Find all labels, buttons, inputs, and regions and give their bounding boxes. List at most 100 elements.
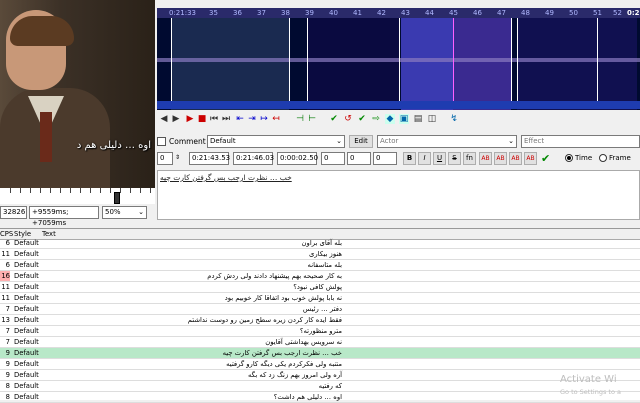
video-person-tie: [40, 112, 52, 162]
font-button[interactable]: fn: [463, 152, 476, 165]
margin-right-field[interactable]: 0: [347, 152, 371, 165]
table-row[interactable]: 13 Default فقط ایده کار کردن زیره سطح زمین…: [0, 315, 640, 326]
waveform-scrollbar[interactable]: [157, 101, 640, 109]
text-cell: مترو منظورته؟: [299, 327, 342, 335]
play-end-icon[interactable]: ⇥: [247, 114, 257, 124]
table-row[interactable]: 6 Default بله آقای براون: [0, 238, 640, 249]
shadow-color-button[interactable]: AB: [524, 152, 537, 165]
subtitle-grid[interactable]: CPS Style Text 6 Default بله آقای براون 11 D…: [0, 228, 640, 403]
spectrum-icon[interactable]: ▣: [399, 114, 409, 124]
table-row[interactable]: 8 Default که رفتیه: [0, 381, 640, 392]
cps-cell: 11: [1, 294, 10, 302]
style-cell: Default: [14, 349, 39, 357]
ruler-label: 45: [449, 9, 458, 17]
video-subtitle: اوه … دلیلی هم د: [76, 140, 151, 151]
duration-field[interactable]: 0:00:02.50: [277, 152, 318, 165]
cps-cell: 9: [5, 349, 10, 357]
video-person-head: [6, 10, 74, 90]
margin-left-field[interactable]: 0: [321, 152, 345, 165]
lead-in-icon[interactable]: ⊣: [295, 114, 305, 124]
bold-button[interactable]: B: [403, 152, 416, 165]
spin-icon[interactable]: ⇕: [175, 154, 180, 161]
subtitle-text-editor[interactable]: خب … نظرت ارجب بس گرفتن کارت چیه: [157, 170, 640, 220]
edit-style-button[interactable]: Edit: [349, 135, 373, 148]
play-to-start-icon[interactable]: ↤: [271, 114, 281, 124]
subtitle-text: خب … نظرت ارجب بس گرفتن کارت چیه: [160, 173, 292, 182]
video-seek-thumb[interactable]: [114, 192, 120, 204]
style-select[interactable]: Default ⌄: [207, 135, 345, 148]
comment-label: Comment: [169, 137, 206, 146]
effect-select[interactable]: Effect: [521, 135, 640, 148]
primary-color-button[interactable]: AB: [479, 152, 492, 165]
underline-button[interactable]: U: [433, 152, 446, 165]
next-commit-icon[interactable]: ⇨: [371, 114, 381, 124]
zoom-select[interactable]: 50% ⌄: [102, 206, 147, 219]
actor-select[interactable]: Actor ⌄: [377, 135, 517, 148]
frame-number-field[interactable]: 32826: [0, 206, 27, 219]
time-radio[interactable]: [565, 154, 573, 162]
style-cell: Default: [14, 239, 39, 247]
ruler-label: 52: [613, 9, 622, 17]
ruler-label: 48: [521, 9, 530, 17]
table-row[interactable]: 16 Default به کار صحیحه بهم پیشنهاد دادند …: [0, 271, 640, 282]
cps-cell: 16: [0, 271, 10, 281]
text-cell: خب … نظرت ارجب بس گرفتن کارت چیه: [222, 349, 342, 357]
table-row[interactable]: 7 Default نه سرویس بهداشتی آقایون: [0, 337, 640, 348]
ruler-label: 46: [473, 9, 482, 17]
cps-cell: 11: [1, 283, 10, 291]
table-row[interactable]: 6 Default بله متاسفانه: [0, 260, 640, 271]
play-start-icon[interactable]: ⇤: [235, 114, 245, 124]
comment-checkbox[interactable]: [157, 137, 166, 146]
style-cell: Default: [14, 327, 39, 335]
autoscroll-icon[interactable]: ◆: [385, 114, 395, 124]
audio-toolbar: ◀ ▶ ▶ ■ ⏮ ⏭ ⇤ ⇥ ↦ ↤ ⊣ ⊢ ✔ ↺ ✔ ⇨ ◆ ▣ ▤ ◫ …: [157, 112, 640, 128]
lead-out-icon[interactable]: ⊢: [307, 114, 317, 124]
autocommit-icon[interactable]: ✔: [357, 114, 367, 124]
ruler-label-current: 0:21: [627, 9, 640, 17]
next-line-icon[interactable]: ▶: [171, 114, 181, 124]
stop-icon[interactable]: ■: [197, 114, 207, 124]
ruler-label: 41: [353, 9, 362, 17]
video-preview[interactable]: اوه … دلیلی هم د: [0, 0, 155, 188]
table-row[interactable]: 9 Default متنبه ولی فکرکردم یکی دیگه کارو …: [0, 359, 640, 370]
table-row[interactable]: 7 Default مترو منظورته؟: [0, 326, 640, 337]
video-seek-bar[interactable]: [0, 188, 155, 204]
cps-cell: 11: [1, 250, 10, 258]
table-row[interactable]: 9 Default خب … نظرت ارجب بس گرفتن کارت چیه: [0, 348, 640, 359]
table-row[interactable]: 11 Default نه بابا پولش خوب بود اتفاقا کار…: [0, 293, 640, 304]
style-cell: Default: [14, 261, 39, 269]
revert-icon[interactable]: ↺: [343, 114, 353, 124]
frame-radio[interactable]: [599, 154, 607, 162]
video-person-hair: [10, 16, 74, 46]
play-after-icon[interactable]: ⏭: [221, 114, 231, 124]
table-row[interactable]: 9 Default آره ولی امروز بهم زنگ زد که بگه: [0, 370, 640, 381]
secondary-color-button[interactable]: AB: [494, 152, 507, 165]
time-offset-field[interactable]: +9559ms; +7059ms: [29, 206, 99, 227]
ruler-label: 51: [593, 9, 602, 17]
table-row[interactable]: 8 Default اوه … دلیلی هم داشت؟: [0, 392, 640, 403]
table-row[interactable]: 11 Default پولش کافی نبود؟: [0, 282, 640, 293]
timing-icon[interactable]: ↯: [449, 114, 459, 124]
cps-cell: 8: [5, 382, 10, 390]
end-time-field[interactable]: 0:21:46.03: [233, 152, 274, 165]
style-cell: Default: [14, 316, 39, 324]
play-selection-icon[interactable]: ▶: [185, 114, 195, 124]
table-row[interactable]: 7 Default دفتر … رئیس: [0, 304, 640, 315]
karaoke-icon[interactable]: ▤: [413, 114, 423, 124]
play-to-end-icon[interactable]: ↦: [259, 114, 269, 124]
text-cell: نه سرویس بهداشتی آقایون: [265, 338, 342, 346]
start-time-field[interactable]: 0:21:43.53: [189, 152, 230, 165]
prev-line-icon[interactable]: ◀: [159, 114, 169, 124]
outline-color-button[interactable]: AB: [509, 152, 522, 165]
strikeout-button[interactable]: S: [448, 152, 461, 165]
table-row[interactable]: 11 Default هنوز بیکاری: [0, 249, 640, 260]
commit-icon[interactable]: ✔: [541, 152, 550, 165]
time-ruler: 0:21:33 35 36 37 38 39 40 41 42 43 44 45…: [157, 8, 640, 18]
zoom-icon[interactable]: ◫: [427, 114, 437, 124]
play-before-icon[interactable]: ⏮: [209, 114, 219, 124]
margin-vertical-field[interactable]: 0: [373, 152, 397, 165]
italic-button[interactable]: I: [418, 152, 431, 165]
video-controls: 32826 +9559ms; +7059ms 50% ⌄: [0, 206, 155, 227]
commit-icon[interactable]: ✔: [329, 114, 339, 124]
layer-field[interactable]: 0: [157, 152, 173, 165]
